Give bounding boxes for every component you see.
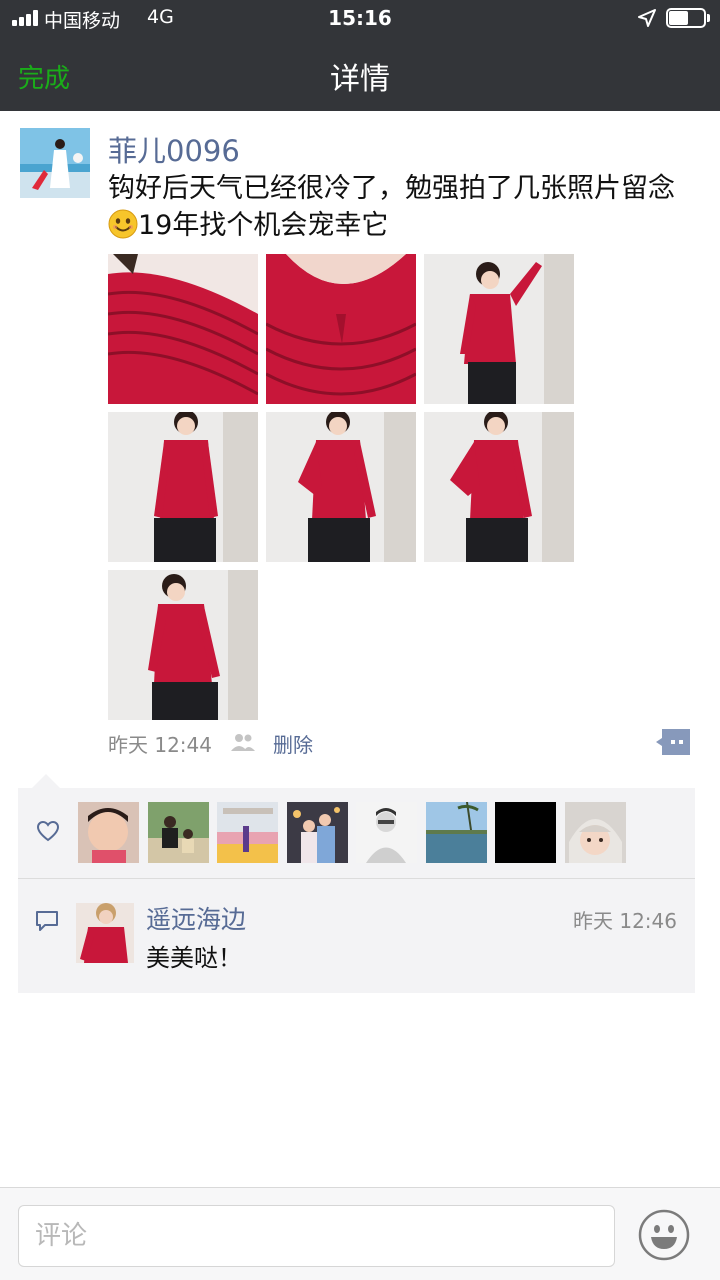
post-photo[interactable] [266, 412, 416, 562]
friends-visibility-icon[interactable] [230, 732, 256, 752]
comment-text[interactable]: 美美哒！ [146, 938, 242, 973]
smile-emoji-icon [108, 209, 138, 239]
liker-avatar[interactable] [217, 802, 278, 863]
delete-button[interactable]: 删除 [273, 729, 313, 758]
heart-icon [36, 820, 60, 842]
location-icon [638, 9, 656, 27]
post-photo[interactable] [108, 254, 258, 404]
post-time: 昨天 12:44 [108, 733, 212, 757]
liker-avatar[interactable] [356, 802, 417, 863]
comment-input[interactable] [18, 1205, 615, 1267]
comment-time: 昨天 12:46 [573, 909, 677, 933]
post-text-tail: 19年找个机会宠幸它 [138, 210, 389, 241]
status-bar: 中国移动 4G 15:16 [0, 0, 720, 38]
status-time: 15:16 [328, 6, 392, 30]
author-name[interactable]: 菲儿0096 [108, 128, 240, 170]
interaction-pointer [32, 774, 60, 788]
liker-avatar[interactable] [148, 802, 209, 863]
liker-avatar[interactable] [565, 802, 626, 863]
emoji-face-icon[interactable] [638, 1209, 690, 1261]
post-photo[interactable] [108, 412, 258, 562]
author-avatar[interactable] [20, 128, 90, 198]
comment-icon [36, 911, 58, 931]
post-text: 钩好后天气已经很冷了，勉强拍了几张照片留念 19年找个机会宠幸它 [108, 170, 704, 244]
liker-avatar[interactable] [78, 802, 139, 863]
liker-avatar[interactable] [287, 802, 348, 863]
post-text-main: 钩好后天气已经很冷了，勉强拍了几张照片留念 [108, 173, 675, 204]
comment-bar [0, 1187, 720, 1280]
nav-bar: 完成 详情 [0, 38, 720, 111]
post-photo[interactable] [424, 254, 574, 404]
likes-comments-divider [18, 878, 695, 879]
liker-avatar[interactable] [426, 802, 487, 863]
post-photo[interactable] [108, 570, 258, 720]
top-bar: 中国移动 4G 15:16 完成 详情 [0, 0, 720, 111]
commenter-name[interactable]: 遥远海边 [146, 900, 246, 936]
battery-icon [666, 8, 710, 28]
more-actions-icon[interactable] [656, 729, 690, 755]
commenter-avatar[interactable] [76, 903, 134, 963]
liker-avatar[interactable] [495, 802, 556, 863]
post-photo[interactable] [424, 412, 574, 562]
post-photo[interactable] [266, 254, 416, 404]
page-title: 详情 [330, 62, 390, 97]
